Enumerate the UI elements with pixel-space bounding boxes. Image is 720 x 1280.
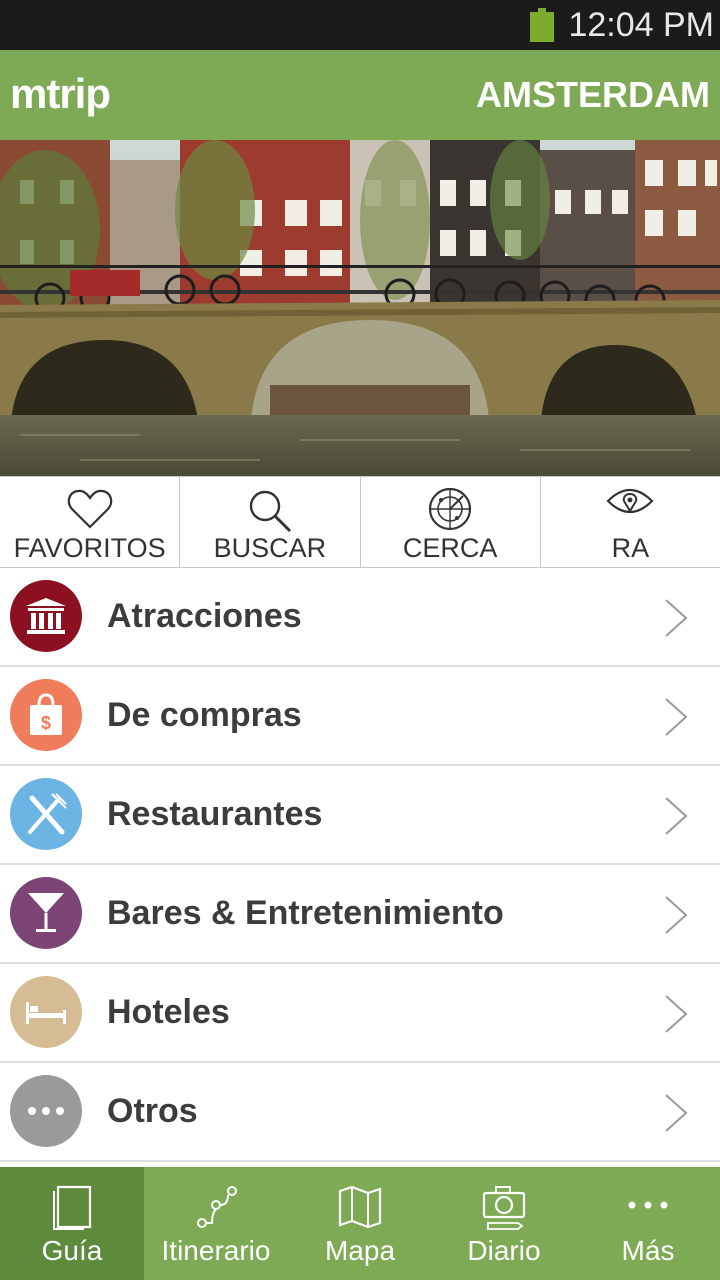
- tab-itinerario-label: Itinerario: [161, 1235, 271, 1266]
- ra-button[interactable]: RA: [540, 477, 720, 567]
- atracciones-label: Atracciones: [107, 597, 302, 635]
- hoteles-badge: [10, 976, 82, 1048]
- app-header: mtrip AMSTERDAM: [0, 50, 720, 140]
- de-compras-label: De compras: [107, 696, 302, 734]
- svg-text:$: $: [41, 713, 51, 733]
- museum-icon: [26, 598, 66, 634]
- heart-icon: [67, 489, 112, 529]
- chevron-right-icon: [665, 797, 688, 835]
- map-icon: [338, 1185, 382, 1229]
- battery-icon: [530, 8, 554, 42]
- tab-itinerario[interactable]: Itinerario: [144, 1167, 288, 1280]
- chevron-right-icon: [665, 995, 688, 1033]
- list-item-bares[interactable]: Bares & Entretenimiento: [0, 865, 720, 964]
- more-dots-icon: [628, 1201, 668, 1209]
- restaurantes-badge: [10, 778, 82, 850]
- guide-book-icon: [53, 1185, 92, 1230]
- tab-mapa[interactable]: Mapa: [288, 1167, 432, 1280]
- search-icon: [249, 490, 291, 533]
- chevron-right-icon: [665, 1094, 688, 1132]
- tab-guia-label: Guía: [41, 1235, 103, 1266]
- otros-badge: [10, 1075, 82, 1147]
- buscar-label: BUSCAR: [213, 533, 327, 563]
- bares-label: Bares & Entretenimiento: [107, 894, 504, 932]
- route-icon: [197, 1186, 237, 1228]
- cocktail-icon: [28, 893, 64, 932]
- bed-icon: [26, 1002, 66, 1024]
- list-item-otros[interactable]: Otros: [0, 1063, 720, 1162]
- chevron-right-icon: [665, 896, 688, 934]
- tab-mas[interactable]: Más: [576, 1167, 720, 1280]
- ra-label: RA: [611, 533, 650, 563]
- status-time: 12:04 PM: [568, 6, 714, 44]
- list-item-restaurantes[interactable]: Restaurantes: [0, 766, 720, 865]
- city-title[interactable]: AMSTERDAM: [476, 72, 710, 118]
- restaurantes-label: Restaurantes: [107, 795, 323, 833]
- category-list: Atracciones $ De compras Restaurantes Ba…: [0, 568, 720, 1162]
- favoritos-button[interactable]: FAVORITOS: [0, 477, 181, 567]
- radar-icon: [429, 487, 472, 531]
- favoritos-label: FAVORITOS: [13, 533, 166, 563]
- tab-diario-label: Diario: [467, 1235, 541, 1266]
- shopping-bag-icon: $: [30, 693, 62, 735]
- quick-actions-bar: FAVORITOS BUSCAR CERCA RA: [0, 476, 720, 568]
- atracciones-badge: [10, 580, 82, 652]
- de-compras-badge: $: [10, 679, 82, 751]
- bares-badge: [10, 877, 82, 949]
- list-item-atracciones[interactable]: Atracciones: [0, 568, 720, 667]
- cerca-button[interactable]: CERCA: [360, 477, 541, 567]
- buscar-button[interactable]: BUSCAR: [180, 477, 361, 567]
- otros-label: Otros: [107, 1092, 198, 1130]
- camera-icon: [482, 1186, 526, 1230]
- chevron-right-icon: [665, 698, 688, 736]
- tab-mas-label: Más: [621, 1235, 675, 1266]
- hero-image-amsterdam-canal: [0, 140, 720, 476]
- list-item-hoteles[interactable]: Hoteles: [0, 964, 720, 1063]
- cerca-label: CERCA: [402, 533, 498, 563]
- app-logo: mtrip: [10, 70, 111, 117]
- status-bar: 12:04 PM: [0, 0, 720, 50]
- tab-mapa-label: Mapa: [324, 1235, 396, 1266]
- chevron-right-icon: [665, 599, 688, 637]
- list-item-de-compras[interactable]: $ De compras: [0, 667, 720, 766]
- bottom-tab-bar: Guía Itinerario Mapa Diario Más: [0, 1167, 720, 1280]
- tab-diario[interactable]: Diario: [432, 1167, 576, 1280]
- eye-icon: [606, 488, 654, 514]
- tab-guia[interactable]: Guía: [0, 1167, 144, 1280]
- fork-knife-icon: [28, 793, 67, 835]
- more-icon: [28, 1107, 64, 1115]
- hoteles-label: Hoteles: [107, 993, 230, 1031]
